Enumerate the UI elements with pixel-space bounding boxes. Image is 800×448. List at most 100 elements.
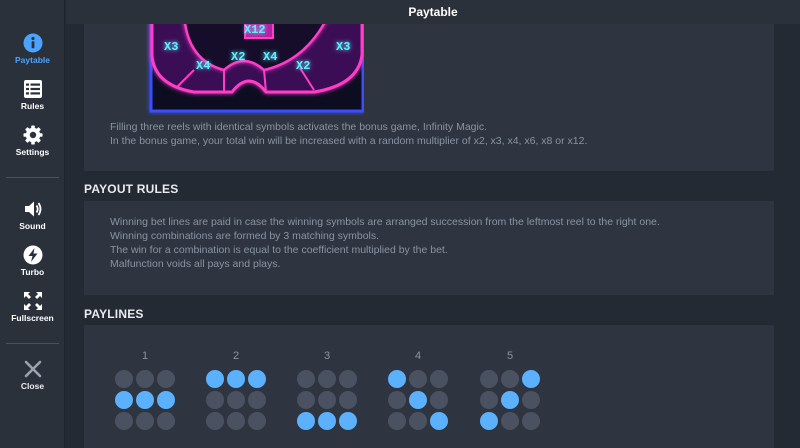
multiplier-label: X4 bbox=[196, 59, 210, 73]
list-icon bbox=[23, 80, 42, 98]
bonus-description: Filling three reels with identical symbo… bbox=[110, 120, 587, 148]
payline-dot bbox=[297, 370, 315, 388]
sidebar-label-turbo: Turbo bbox=[20, 267, 45, 277]
sidebar-label-rules: Rules bbox=[20, 101, 45, 111]
payline-grid bbox=[478, 370, 542, 430]
lightning-icon bbox=[23, 245, 42, 265]
payline-dot-active bbox=[115, 391, 133, 409]
sidebar-item-fullscreen[interactable]: Fullscreen bbox=[0, 291, 65, 323]
payline-dot bbox=[248, 412, 266, 430]
payline-dot bbox=[318, 370, 336, 388]
multiplier-label: X2 bbox=[296, 59, 310, 73]
payline-dot bbox=[339, 370, 357, 388]
sidebar-label-close: Close bbox=[20, 381, 45, 391]
payline-dot bbox=[297, 391, 315, 409]
payline-dot bbox=[388, 412, 406, 430]
gear-icon bbox=[23, 125, 42, 145]
payline-grid bbox=[295, 370, 359, 430]
payline-dot-active bbox=[227, 370, 245, 388]
page-title: Paytable bbox=[66, 0, 800, 24]
payline-dot-active bbox=[318, 412, 336, 430]
payout-rule-line: The win for a combination is equal to th… bbox=[110, 244, 448, 256]
payline-dot bbox=[136, 370, 154, 388]
sidebar-divider bbox=[6, 177, 59, 178]
multiplier-label: X2 bbox=[231, 50, 245, 64]
payline-dot bbox=[157, 370, 175, 388]
payline-2: 2 bbox=[204, 350, 268, 430]
payout-rule-line: Winning combinations are formed by 3 mat… bbox=[110, 230, 380, 242]
payline-number: 2 bbox=[232, 350, 240, 362]
multiplier-label: X12 bbox=[244, 24, 266, 37]
payline-dot-active bbox=[297, 412, 315, 430]
sidebar-label-paytable: Paytable bbox=[15, 55, 50, 65]
payline-dot bbox=[409, 370, 427, 388]
payline-dot-active bbox=[501, 391, 519, 409]
payout-rules-panel: Winning bet lines are paid in case the w… bbox=[84, 201, 774, 295]
payline-number: 5 bbox=[506, 350, 514, 362]
multiplier-label: X4 bbox=[263, 50, 277, 64]
sidebar-item-close[interactable]: Close bbox=[0, 359, 65, 391]
paylines-title: PAYLINES bbox=[84, 307, 144, 321]
bonus-multiplier-wheel-image: X12 X3 X2 X4 X4 X2 X3 bbox=[149, 24, 364, 113]
fullscreen-icon bbox=[23, 292, 42, 310]
payline-dot bbox=[480, 370, 498, 388]
payline-dot-active bbox=[480, 412, 498, 430]
sidebar-item-sound[interactable]: Sound bbox=[0, 199, 65, 231]
close-icon bbox=[24, 360, 41, 378]
payline-dot bbox=[318, 391, 336, 409]
payline-dot bbox=[430, 370, 448, 388]
payline-dot bbox=[430, 391, 448, 409]
payline-dot bbox=[409, 412, 427, 430]
payout-rule-line: Malfunction voids all pays and plays. bbox=[110, 258, 281, 270]
payout-rules-text: Winning bet lines are paid in case the w… bbox=[110, 215, 660, 271]
payline-dot bbox=[227, 412, 245, 430]
payline-3: 3 bbox=[295, 350, 359, 430]
payline-dot bbox=[115, 370, 133, 388]
payline-5: 5 bbox=[478, 350, 542, 430]
sidebar-label-sound: Sound bbox=[19, 221, 46, 231]
payline-dot-active bbox=[157, 391, 175, 409]
payline-grid bbox=[386, 370, 450, 430]
sidebar: Paytable Rules Settings Sound Turbo Full… bbox=[0, 0, 65, 448]
payline-dot-active bbox=[388, 370, 406, 388]
sidebar-item-settings[interactable]: Settings bbox=[0, 125, 65, 157]
payline-grid bbox=[113, 370, 177, 430]
payline-1: 1 bbox=[113, 350, 177, 430]
sidebar-item-turbo[interactable]: Turbo bbox=[0, 245, 65, 277]
payline-dot bbox=[206, 391, 224, 409]
payline-dot bbox=[115, 412, 133, 430]
payline-dot bbox=[136, 412, 154, 430]
payline-dot bbox=[206, 412, 224, 430]
payline-dot bbox=[522, 391, 540, 409]
info-icon bbox=[23, 33, 42, 53]
payline-dot bbox=[227, 391, 245, 409]
payline-number: 3 bbox=[323, 350, 331, 362]
multiplier-label: X3 bbox=[164, 40, 178, 54]
payline-dot bbox=[248, 391, 266, 409]
payline-dot-active bbox=[136, 391, 154, 409]
payline-dot bbox=[501, 370, 519, 388]
payline-dot-active bbox=[430, 412, 448, 430]
payline-dot bbox=[157, 412, 175, 430]
sidebar-item-rules[interactable]: Rules bbox=[0, 79, 65, 111]
payline-dot bbox=[388, 391, 406, 409]
bonus-panel: X12 X3 X2 X4 X4 X2 X3 Filling three reel… bbox=[84, 24, 774, 171]
payline-dot bbox=[501, 412, 519, 430]
payline-dot bbox=[480, 391, 498, 409]
bonus-text-line: Filling three reels with identical symbo… bbox=[110, 121, 488, 133]
sidebar-item-paytable[interactable]: Paytable bbox=[0, 33, 65, 65]
sidebar-divider bbox=[6, 343, 59, 344]
payline-dot-active bbox=[409, 391, 427, 409]
payline-dot-active bbox=[248, 370, 266, 388]
bonus-text-line: In the bonus game, your total win will b… bbox=[110, 135, 588, 147]
payline-dot bbox=[339, 391, 357, 409]
payline-dot-active bbox=[339, 412, 357, 430]
sidebar-label-fullscreen: Fullscreen bbox=[11, 313, 54, 323]
sidebar-label-settings: Settings bbox=[15, 147, 50, 157]
payline-grid bbox=[204, 370, 268, 430]
payline-dot bbox=[522, 412, 540, 430]
payout-rules-title: PAYOUT RULES bbox=[84, 182, 179, 196]
paytable-content[interactable]: X12 X3 X2 X4 X4 X2 X3 Filling three reel… bbox=[66, 24, 800, 448]
payline-4: 4 bbox=[386, 350, 450, 430]
payout-rule-line: Winning bet lines are paid in case the w… bbox=[110, 216, 660, 228]
